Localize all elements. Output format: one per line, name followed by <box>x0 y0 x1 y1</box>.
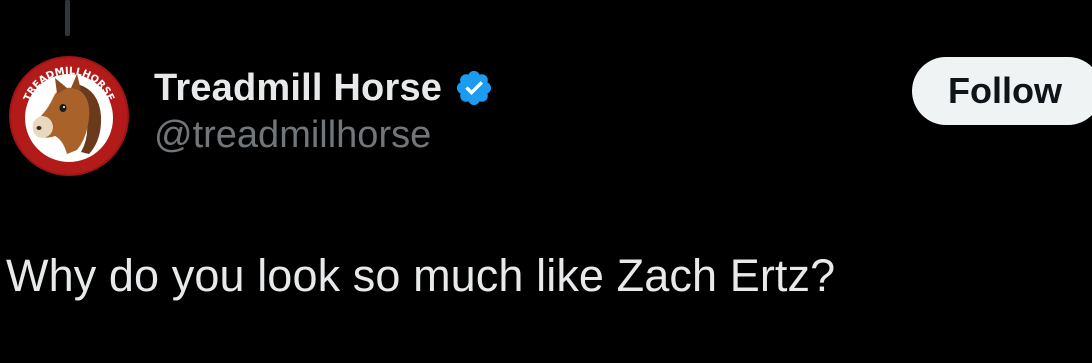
author-name-row: Treadmill Horse <box>154 62 494 114</box>
tweet-card: TREADMILLHORSE EST 2013 <box>0 0 1092 363</box>
tweet-text: Why do you look so much like Zach Ertz? <box>6 250 836 301</box>
tweet-header: Treadmill Horse @treadmillhorse <box>154 62 494 157</box>
horse-logo-icon: TREADMILLHORSE EST 2013 <box>9 56 129 176</box>
verified-badge-icon[interactable] <box>454 68 494 108</box>
author-display-name[interactable]: Treadmill Horse <box>154 67 442 110</box>
author-handle[interactable]: @treadmillhorse <box>154 114 494 157</box>
avatar[interactable]: TREADMILLHORSE EST 2013 <box>7 54 131 178</box>
follow-button[interactable]: Follow <box>912 57 1092 125</box>
thread-connector-line <box>65 0 70 36</box>
